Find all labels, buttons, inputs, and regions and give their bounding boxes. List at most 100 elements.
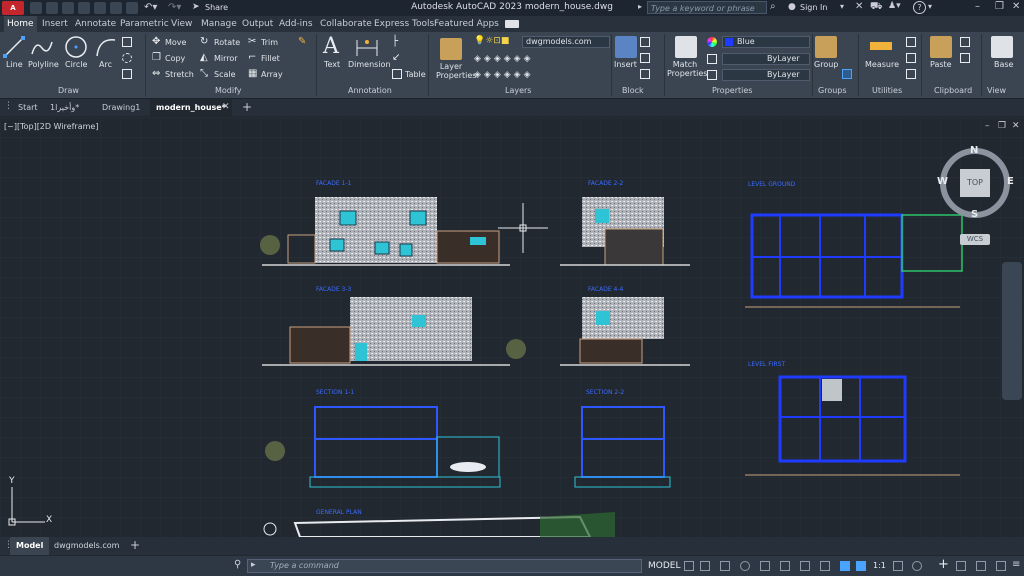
grid-icon[interactable]: [684, 561, 694, 571]
groups-panel-title[interactable]: Groups: [818, 86, 847, 95]
group-button[interactable]: Group: [814, 60, 838, 69]
mirror-icon[interactable]: ◭: [200, 53, 210, 63]
viewcube-south[interactable]: S: [971, 209, 978, 220]
viewcube-north[interactable]: N: [970, 145, 978, 156]
lineweight-toggle-icon[interactable]: [820, 561, 830, 571]
isodraft-icon[interactable]: [760, 561, 770, 571]
calculator-icon[interactable]: [906, 69, 916, 79]
layer-tool-icons-row1[interactable]: ◈◈◈◈◈◈: [474, 54, 534, 64]
boundary-icon[interactable]: [122, 69, 132, 79]
tab-parametric[interactable]: Parametric: [117, 16, 172, 32]
restore-icon[interactable]: ❐: [995, 1, 1004, 12]
view-panel-title[interactable]: View: [987, 86, 1006, 95]
sign-in-button[interactable]: Sign In: [800, 3, 827, 12]
block-panel-title[interactable]: Block: [622, 86, 644, 95]
move-icon[interactable]: ✥: [152, 37, 162, 47]
tab-express-tools[interactable]: Express Tools: [371, 16, 437, 32]
object-snap-icon[interactable]: [800, 561, 810, 571]
line-button[interactable]: Line: [6, 60, 23, 69]
paste-icon[interactable]: [930, 36, 952, 58]
units-icon[interactable]: [956, 561, 966, 571]
copy-button[interactable]: Copy: [165, 54, 185, 63]
layers-panel-title[interactable]: Layers: [505, 86, 531, 95]
arc-button[interactable]: Arc: [99, 60, 112, 69]
file-tab-arabic[interactable]: 1وأخيرا*: [44, 99, 85, 116]
search-arrow-icon[interactable]: ▸: [638, 2, 642, 11]
tab-home[interactable]: Home: [4, 16, 37, 32]
dimension-button[interactable]: Dimension: [348, 60, 391, 69]
rotate-button[interactable]: Rotate: [214, 38, 240, 47]
utilities-panel-title[interactable]: Utilities: [872, 86, 902, 95]
wcs-menu[interactable]: WCS: [960, 234, 990, 245]
annotation-visibility-icon[interactable]: [840, 561, 850, 571]
object-snap-tracking-icon[interactable]: [780, 561, 790, 571]
dimension-icon[interactable]: [355, 36, 379, 58]
viewport-restore-icon[interactable]: ❐: [998, 121, 1006, 131]
table-icon[interactable]: [392, 69, 402, 79]
array-button[interactable]: Array: [261, 70, 283, 79]
circle-button[interactable]: Circle: [65, 60, 87, 69]
tab-annotate[interactable]: Annotate: [72, 16, 119, 32]
help-icon[interactable]: ?: [913, 1, 926, 14]
copy-clip-icon[interactable]: [960, 53, 970, 63]
edit-attributes-icon[interactable]: [640, 69, 650, 79]
match-properties-icon[interactable]: [675, 36, 697, 58]
scale-button[interactable]: Scale: [214, 70, 236, 79]
circle-icon[interactable]: [64, 35, 88, 59]
help-search-input[interactable]: Type a keyword or phrase: [647, 1, 767, 14]
create-block-icon[interactable]: [640, 37, 650, 47]
annotation-scale-button[interactable]: 1:1: [873, 561, 886, 570]
autodesk-app-store-icon[interactable]: ✕: [855, 1, 863, 12]
trim-icon[interactable]: ✂: [248, 37, 258, 47]
text-icon[interactable]: A: [323, 34, 339, 59]
edit-block-icon[interactable]: [640, 53, 650, 63]
navigation-bar[interactable]: [1002, 262, 1022, 400]
search-icon[interactable]: ⌕: [770, 1, 776, 12]
properties-panel-title[interactable]: Properties: [712, 86, 752, 95]
measure-icon[interactable]: [870, 42, 892, 50]
trim-button[interactable]: Trim: [261, 38, 278, 47]
tab-add-ins[interactable]: Add-ins: [276, 16, 316, 32]
polyline-icon[interactable]: [30, 36, 54, 58]
polar-icon[interactable]: [740, 561, 750, 571]
group-icon[interactable]: [815, 36, 837, 58]
copy-icon[interactable]: ❐: [152, 53, 162, 63]
measure-button[interactable]: Measure: [865, 60, 899, 69]
model-space-button[interactable]: MODEL: [648, 561, 680, 571]
tab-output[interactable]: Output: [239, 16, 276, 32]
annotation-monitor-icon[interactable]: +: [938, 557, 949, 572]
viewport-minimize-icon[interactable]: –: [985, 121, 990, 131]
stretch-button[interactable]: Stretch: [165, 70, 194, 79]
text-button[interactable]: Text: [324, 60, 340, 69]
array-icon[interactable]: ▦: [248, 69, 258, 79]
lineweight-dropdown[interactable]: ByLayer: [722, 53, 810, 65]
tab-featured-apps[interactable]: Featured Apps: [431, 16, 502, 32]
isolate-objects-icon[interactable]: [996, 561, 1006, 571]
quick-properties-icon[interactable]: [976, 561, 986, 571]
layout-tab-model[interactable]: Model: [10, 537, 50, 555]
tab-insert[interactable]: Insert: [39, 16, 71, 32]
file-tab-drawing1[interactable]: Drawing1: [96, 99, 146, 116]
quick-select-icon[interactable]: [906, 53, 916, 63]
linear-dim-icon[interactable]: ├: [392, 37, 402, 47]
layer-properties-icon[interactable]: [440, 38, 462, 60]
base-button[interactable]: Base: [994, 60, 1013, 69]
leader-icon[interactable]: ↙: [392, 53, 402, 63]
tab-view[interactable]: View: [168, 16, 195, 32]
rotate-icon[interactable]: ↻: [200, 37, 210, 47]
close-icon[interactable]: ✕: [1012, 1, 1020, 12]
signin-dropdown-icon[interactable]: ▾: [840, 2, 844, 11]
layer-tool-icons-row2[interactable]: ◈◈◈◈◈◈: [474, 70, 534, 80]
insert-block-icon[interactable]: [615, 36, 637, 58]
help-dropdown-icon[interactable]: ▾: [928, 2, 932, 11]
viewcube-east[interactable]: E: [1007, 176, 1014, 187]
line-icon[interactable]: [3, 36, 25, 58]
user-menu-icon[interactable]: ♟▾: [888, 1, 901, 11]
draw-panel-title[interactable]: Draw: [58, 86, 79, 95]
viewcube-west[interactable]: W: [937, 176, 948, 187]
linetype-dropdown[interactable]: ByLayer: [722, 69, 810, 81]
drawing-viewport[interactable]: FACADE 1-1 FACADE 2-2 FACADE 3-3 FACADE …: [0, 117, 1024, 537]
workspace-gear-icon[interactable]: [912, 561, 922, 571]
stretch-icon[interactable]: ⇔: [152, 69, 162, 79]
color-dropdown[interactable]: Blue: [722, 36, 810, 48]
